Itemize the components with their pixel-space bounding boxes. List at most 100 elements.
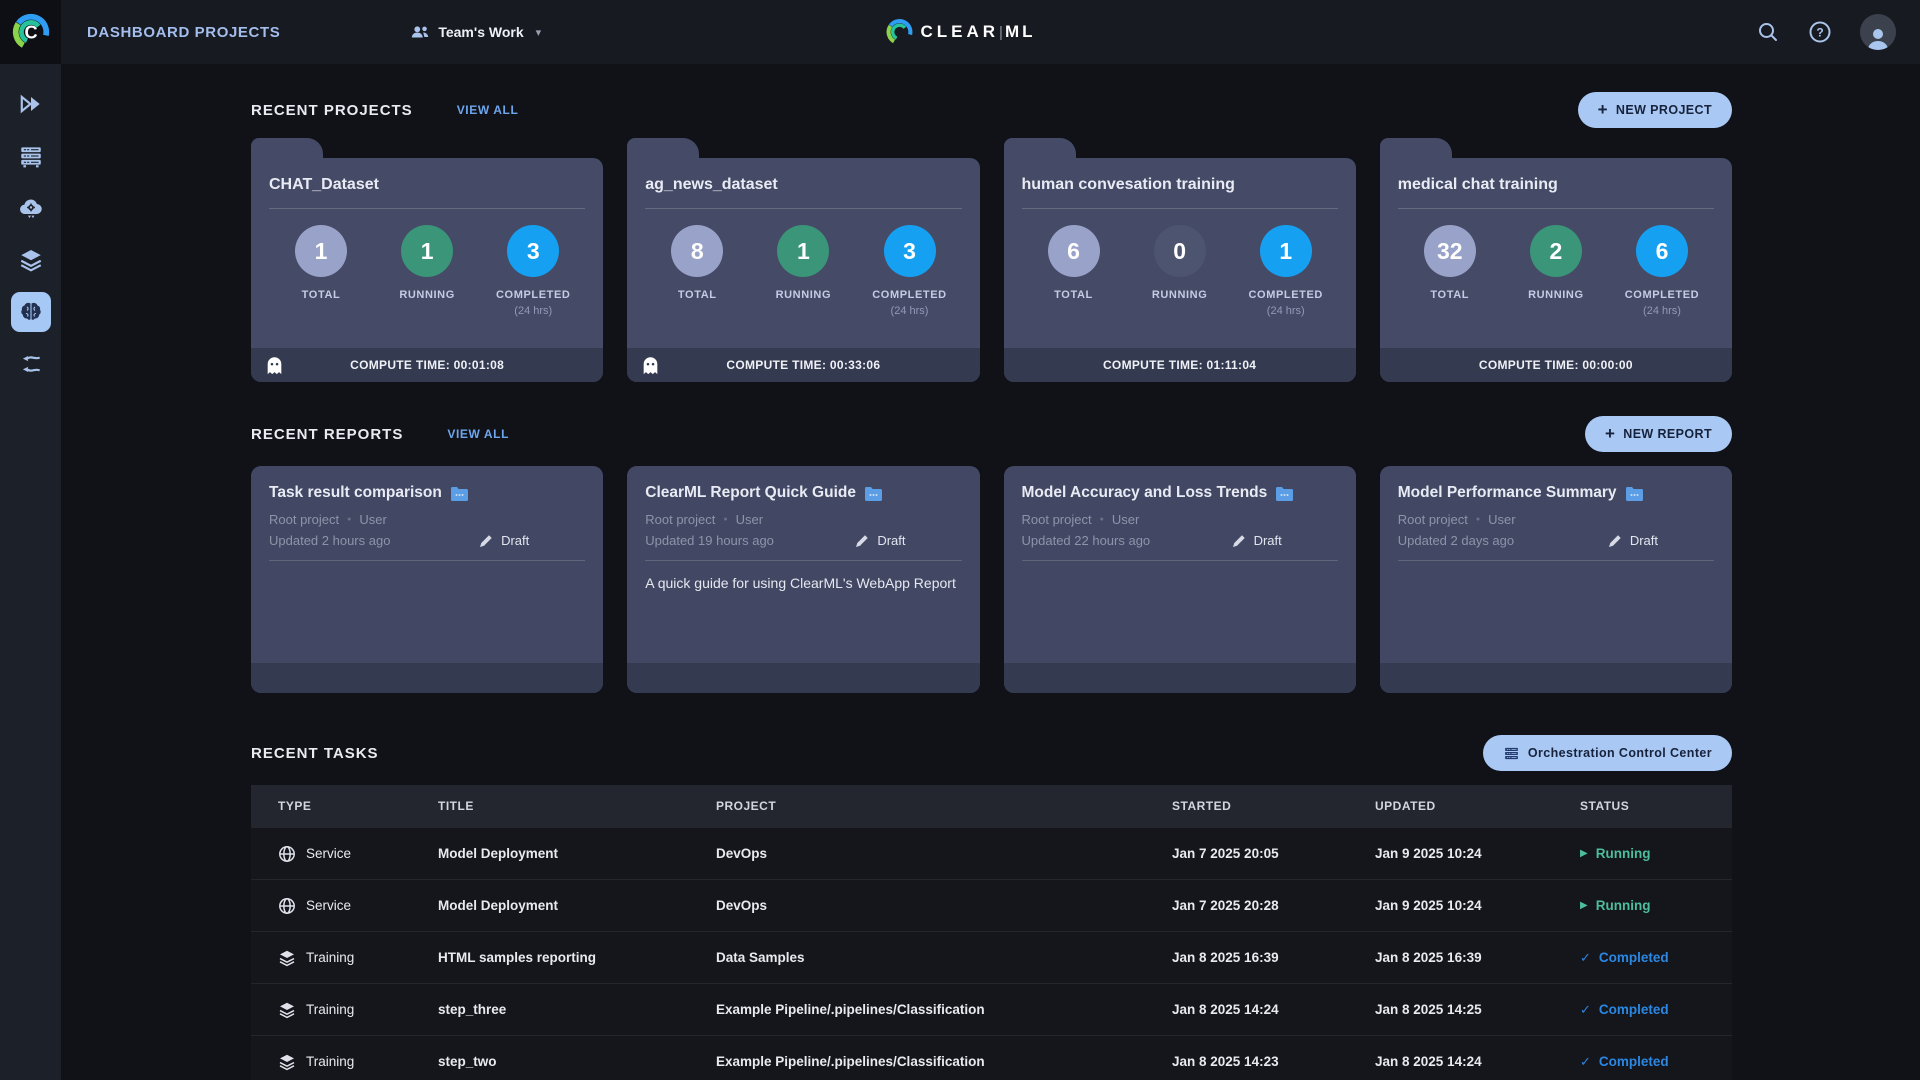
task-type: Service (306, 898, 352, 913)
plus-icon: + (1597, 100, 1608, 119)
project-card[interactable]: CHAT_Dataset 1 TOTAL 1 RUNNING 3 COMPLETED (… (251, 138, 604, 382)
total-label: TOTAL (1430, 289, 1470, 301)
report-project: Root project (269, 512, 340, 527)
recent-tasks-section: RECENT TASKS Orchestration Control Cente… (251, 735, 1732, 1080)
topbar-left: DASHBOARD PROJECTS Team's Work ▾ (61, 24, 541, 41)
status-label: Running (1595, 846, 1651, 861)
help-icon[interactable]: ? (1808, 20, 1832, 44)
compute-time: COMPUTE TIME: 00:00:00 (1478, 358, 1633, 372)
sidebar-item-datasets[interactable] (0, 234, 61, 286)
brand-logo: CLEAR | ML (884, 0, 1035, 64)
task-project: DevOps (716, 846, 768, 861)
orchestration-control-center-button[interactable]: Orchestration Control Center (1482, 735, 1732, 771)
total-count: 6 (1047, 225, 1100, 277)
completed-count: 1 (1259, 225, 1312, 277)
task-title: HTML samples reporting (438, 950, 597, 965)
folder-tab (627, 138, 700, 158)
projects-view-all-link[interactable]: VIEW ALL (457, 103, 519, 117)
report-updated: Updated 2 days ago (1397, 533, 1515, 548)
folder-tab (1003, 138, 1076, 158)
sidebar-item-workers-queues[interactable] (0, 130, 61, 182)
completed-count: 3 (883, 225, 936, 277)
col-updated: UPDATED (1375, 799, 1436, 813)
svg-text:?: ? (1816, 26, 1823, 40)
pencil-icon (1232, 534, 1245, 547)
active-item-highlight (10, 292, 51, 332)
new-project-button[interactable]: + NEW PROJECT (1577, 92, 1732, 128)
table-row[interactable]: Training step_two Example Pipeline/.pipe… (251, 1035, 1732, 1080)
layers-icon (279, 1002, 295, 1018)
task-title: Model Deployment (438, 846, 559, 861)
table-row[interactable]: Training step_three Example Pipeline/.pi… (251, 983, 1732, 1035)
task-project: DevOps (716, 898, 768, 913)
running-icon: ▶ (1580, 848, 1588, 859)
task-started: Jan 8 2025 14:23 (1172, 1054, 1279, 1069)
project-card[interactable]: human convesation training 6 TOTAL 0 RUNNI… (1003, 138, 1356, 382)
status-badge: ▶ Running (1580, 846, 1732, 861)
status-badge: ▶ Running (1580, 898, 1732, 913)
sidebar-item-pipelines[interactable] (0, 338, 61, 390)
divider (269, 208, 586, 209)
project-card[interactable]: ag_news_dataset 8 TOTAL 1 RUNNING 3 COMPLET… (627, 138, 980, 382)
team-icon (412, 26, 429, 38)
status-label: Completed (1598, 950, 1669, 965)
report-description: A quick guide for using ClearML's WebApp… (645, 575, 956, 591)
project-card[interactable]: medical chat training 32 TOTAL 2 RUNNING 6… (1379, 138, 1732, 382)
draft-label: Draft (501, 533, 530, 548)
check-icon: ✓ (1580, 1053, 1591, 1069)
col-started: STARTED (1172, 799, 1232, 813)
clearml-dashboard: C DASHBOARD PROJECTS Team's Work ▾ CLEAR… (0, 0, 1920, 1080)
server-rack-icon (20, 147, 41, 168)
status-badge: ✓ Completed (1580, 1054, 1732, 1070)
task-started: Jan 8 2025 16:39 (1172, 950, 1279, 965)
sidebar-item-overview[interactable] (0, 78, 61, 130)
project-name: medical chat training (1397, 176, 1558, 193)
layers-icon (20, 250, 41, 272)
cloud-gear-icon (19, 199, 42, 219)
check-icon: ✓ (1580, 1001, 1591, 1017)
ghost-icon (643, 357, 658, 375)
folder-icon (864, 486, 882, 501)
report-card[interactable]: Model Performance Summary Root project ● U… (1379, 466, 1732, 693)
report-card[interactable]: ClearML Report Quick Guide Root project ●… (627, 466, 980, 693)
completed-label: COMPLETED (1248, 289, 1323, 301)
draft-badge: Draft (1232, 533, 1282, 548)
divider (269, 560, 586, 561)
divider (1397, 560, 1714, 561)
sidebar-item-cloud-autoscaling[interactable] (0, 182, 61, 234)
task-type: Service (306, 846, 352, 861)
status-label: Completed (1598, 1054, 1669, 1069)
table-row[interactable]: Training HTML samples reporting Data Sam… (251, 931, 1732, 983)
pencil-icon (1608, 534, 1621, 547)
running-count: 2 (1529, 225, 1582, 277)
reports-view-all-link[interactable]: VIEW ALL (447, 427, 509, 441)
report-user: User (1488, 512, 1516, 527)
sidebar-item-projects-dashboard[interactable] (0, 286, 61, 338)
total-label: TOTAL (677, 289, 717, 301)
workspace-selector[interactable]: Team's Work ▾ (410, 24, 541, 40)
report-title: Model Performance Summary (1397, 484, 1617, 501)
report-user: User (359, 512, 387, 527)
clearml-logo[interactable]: C (0, 0, 61, 64)
page-title: DASHBOARD PROJECTS (87, 23, 281, 41)
report-updated: Updated 22 hours ago (1021, 533, 1151, 548)
completed-label: COMPLETED (1624, 289, 1700, 301)
server-rack-icon (1504, 747, 1518, 759)
new-report-button[interactable]: + NEW REPORT (1584, 416, 1732, 452)
divider (645, 208, 962, 209)
report-title: ClearML Report Quick Guide (645, 484, 856, 501)
report-card[interactable]: Task result comparison Root project ● User… (251, 466, 604, 693)
report-project: Root project (645, 512, 716, 527)
table-row[interactable]: Service Model Deployment DevOps Jan 7 20… (251, 827, 1732, 879)
main-content: RECENT PROJECTS VIEW ALL + NEW PROJECT C… (61, 64, 1920, 1080)
table-row[interactable]: Service Model Deployment DevOps Jan 7 20… (251, 879, 1732, 931)
report-card[interactable]: Model Accuracy and Loss Trends Root proj… (1003, 466, 1356, 693)
workspace-name: Team's Work (438, 24, 524, 40)
globe-icon (279, 897, 295, 914)
running-label: RUNNING (775, 289, 832, 301)
task-updated: Jan 8 2025 14:24 (1375, 1054, 1482, 1069)
search-icon[interactable] (1756, 20, 1780, 44)
task-started: Jan 7 2025 20:28 (1172, 898, 1279, 913)
recent-reports-heading: RECENT REPORTS (251, 425, 404, 443)
user-avatar[interactable] (1860, 14, 1896, 50)
